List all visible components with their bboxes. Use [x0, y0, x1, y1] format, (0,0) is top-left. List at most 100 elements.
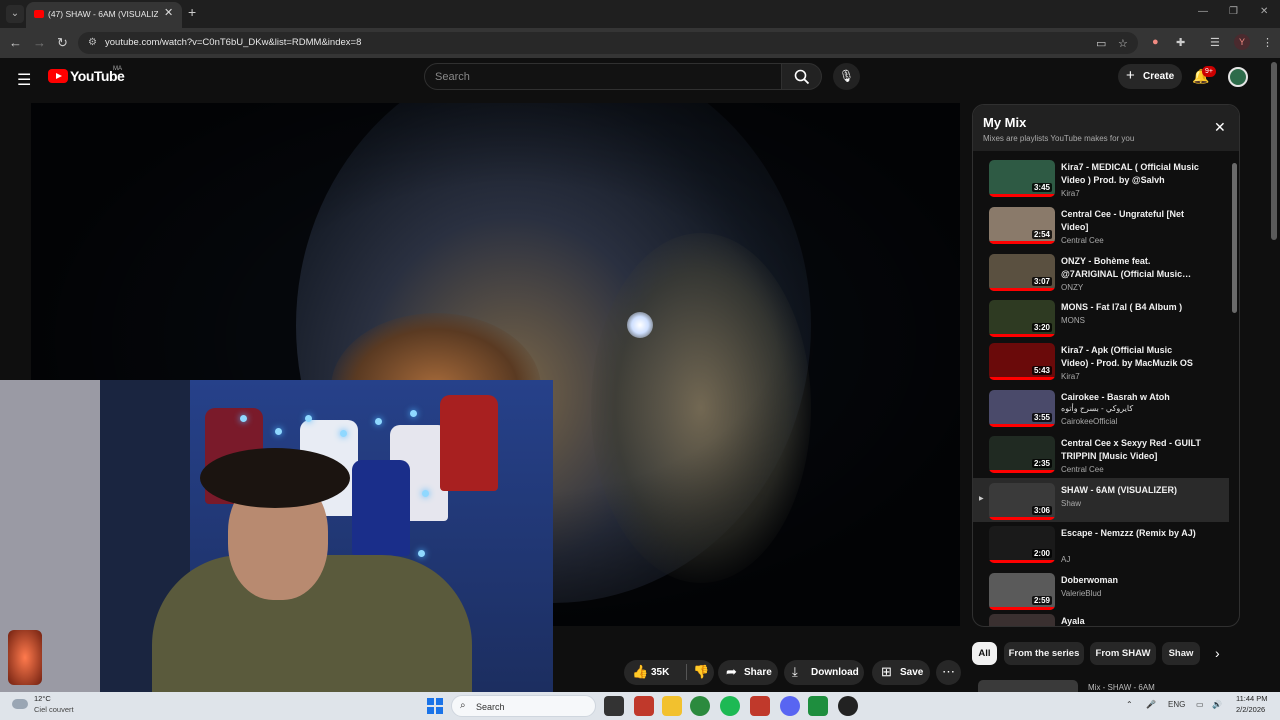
- clock-date[interactable]: 2/2/2026: [1236, 705, 1265, 714]
- video-duration: 3:06: [1031, 506, 1052, 515]
- account-avatar[interactable]: [1228, 67, 1248, 87]
- discord-icon[interactable]: [780, 696, 800, 716]
- weather-temperature[interactable]: 12°C: [34, 694, 51, 703]
- playlist-item[interactable]: 2:35 Central Cee x Sexyy Red - GUILT TRIP…: [973, 431, 1229, 477]
- playlist-item[interactable]: 3:07 ONZY - Bohème feat. @7ARIGINAL (Offi…: [973, 249, 1229, 295]
- weather-description[interactable]: Ciel couvert: [34, 705, 74, 714]
- playlist-thumbnail: 2:59: [989, 573, 1055, 610]
- search-button[interactable]: [782, 63, 822, 90]
- reading-list-icon[interactable]: ☰: [1210, 36, 1220, 49]
- youtube-logo-icon[interactable]: [48, 69, 68, 83]
- minimize-icon[interactable]: —: [1198, 6, 1208, 17]
- new-tab-icon[interactable]: +: [188, 4, 196, 20]
- webcam-lamp: [8, 630, 42, 685]
- playlist-item-channel: Central Cee: [1061, 465, 1104, 474]
- mic-tray-icon[interactable]: 🎤: [1146, 700, 1156, 709]
- led-light: [305, 415, 312, 422]
- dislike-thumb-icon[interactable]: 👎: [686, 664, 709, 680]
- forward-icon[interactable]: →: [33, 35, 46, 50]
- voice-search-mic-icon[interactable]: 🎙: [833, 63, 860, 90]
- cast-icon[interactable]: ▭: [1096, 37, 1106, 50]
- site-info-icon[interactable]: ⚙: [88, 37, 97, 48]
- app-icon[interactable]: [634, 696, 654, 716]
- chrome-icon[interactable]: [690, 696, 710, 716]
- like-count[interactable]: 35K: [651, 667, 669, 678]
- bookmark-star-icon[interactable]: ☆: [1118, 37, 1128, 50]
- chips-next-chevron-icon[interactable]: ›: [1215, 645, 1220, 661]
- browser-tab[interactable]: (47) SHAW - 6AM (VISUALIZER) ✕: [26, 2, 182, 28]
- playlist-item-title: Ayala: [1061, 616, 1085, 626]
- playlist-item[interactable]: 5:43 Kira7 - Apk (Official Music Video) -…: [973, 338, 1229, 384]
- playlist-item[interactable]: 2:00 Escape - Nemzzz (Remix by AJ) AJ: [973, 521, 1229, 567]
- led-light: [418, 550, 425, 557]
- tab-close-icon[interactable]: ✕: [164, 6, 173, 19]
- tab-search-icon[interactable]: ⌄: [6, 5, 24, 23]
- playlist-item[interactable]: 3:45 Kira7 - MEDICAL ( Official Music Vid…: [973, 155, 1229, 201]
- chip-from-shaw[interactable]: From SHAW: [1090, 642, 1156, 665]
- recording-app-icon[interactable]: [838, 696, 858, 716]
- reload-icon[interactable]: ↻: [57, 35, 68, 51]
- more-actions-button[interactable]: ⋯: [936, 660, 961, 685]
- browser-menu-icon[interactable]: ⋮: [1262, 36, 1273, 49]
- watch-progress-bar: [989, 470, 1055, 473]
- playlist-item[interactable]: Ayala: [973, 609, 1229, 626]
- led-light: [275, 428, 282, 435]
- app-icon[interactable]: [808, 696, 828, 716]
- chip-all[interactable]: All: [972, 642, 997, 665]
- playlist-item[interactable]: ▶ 3:06 SHAW - 6AM (VISUALIZER) Shaw: [973, 478, 1229, 522]
- chip-from-the-series[interactable]: From the series: [1004, 642, 1084, 665]
- playlist-item-channel: Kira7: [1061, 372, 1080, 381]
- windows-taskbar: 12°C Ciel couvert ⌕ Search ⌃ 🎤 ENG ▭ 🔊 1…: [0, 692, 1280, 720]
- next-video-title[interactable]: Mix - SHAW - 6AM: [1088, 683, 1155, 692]
- playlist-thumbnail: 5:43: [989, 343, 1055, 380]
- spotify-icon[interactable]: [720, 696, 740, 716]
- playlist-item-channel: ValerieBlud: [1061, 589, 1102, 598]
- file-explorer-icon[interactable]: [662, 696, 682, 716]
- extension-icon[interactable]: ●: [1152, 36, 1159, 48]
- taskbar-search-label: Search: [476, 702, 505, 712]
- tray-chevron-icon[interactable]: ⌃: [1126, 700, 1133, 709]
- playlist-item[interactable]: 2:54 Central Cee - Ungrateful [Net Video]…: [973, 202, 1229, 248]
- windows-start-icon[interactable]: [427, 698, 443, 714]
- playlist-item[interactable]: 3:55 Cairokee - Basrah w Atoh كايروكي - بس…: [973, 385, 1229, 431]
- task-view-icon[interactable]: [604, 696, 624, 716]
- like-thumb-icon[interactable]: 👍: [632, 664, 648, 680]
- close-window-icon[interactable]: ✕: [1260, 6, 1268, 17]
- tab-title: (47) SHAW - 6AM (VISUALIZER): [48, 9, 158, 19]
- network-icon[interactable]: ▭: [1196, 700, 1204, 709]
- now-playing-icon: ▶: [979, 496, 984, 502]
- playlist-scrollbar[interactable]: [1232, 163, 1237, 313]
- playlist-thumbnail: 3:20: [989, 300, 1055, 337]
- playlist-item-title: ONZY - Bohème feat. @7ARIGINAL (Official…: [1061, 256, 1192, 279]
- clock-time[interactable]: 11:44 PM: [1236, 694, 1268, 703]
- video-duration: 2:54: [1031, 230, 1052, 239]
- create-button[interactable]: + Create: [1118, 64, 1182, 89]
- extensions-puzzle-icon[interactable]: ✚: [1176, 36, 1185, 49]
- close-playlist-icon[interactable]: ✕: [1214, 119, 1226, 136]
- playlist-item[interactable]: 2:59 Doberwoman ValerieBlud: [973, 568, 1229, 614]
- save-button[interactable]: ⊞ Save: [872, 660, 930, 685]
- playlist-thumbnail: 3:06: [989, 483, 1055, 520]
- search-input[interactable]: Search: [424, 63, 782, 90]
- page-scrollbar[interactable]: [1271, 62, 1277, 240]
- playlist-item-channel: CairokeeOfficial: [1061, 417, 1118, 426]
- profile-avatar[interactable]: Y: [1234, 34, 1250, 50]
- language-indicator[interactable]: ENG: [1168, 700, 1185, 709]
- guide-menu-icon[interactable]: ☰: [17, 70, 31, 90]
- app-icon[interactable]: [750, 696, 770, 716]
- playlist-item[interactable]: 3:20 MONS - Fat l7al ( B4 Album ) MONS: [973, 295, 1229, 341]
- video-duration: 3:20: [1031, 323, 1052, 332]
- volume-icon[interactable]: 🔊: [1212, 700, 1222, 709]
- search-placeholder: Search: [435, 71, 470, 83]
- chip-shaw[interactable]: Shaw: [1162, 642, 1200, 665]
- plus-icon: +: [1126, 67, 1135, 84]
- taskbar-search-input[interactable]: ⌕ Search: [451, 695, 596, 717]
- share-button[interactable]: ➦ Share: [718, 660, 778, 685]
- restore-icon[interactable]: ❐: [1229, 6, 1238, 17]
- download-button[interactable]: ⤓ Download: [784, 660, 864, 685]
- cloud-weather-icon[interactable]: [12, 699, 28, 709]
- next-video-thumbnail[interactable]: [978, 680, 1078, 692]
- watch-progress-bar: [989, 560, 1055, 563]
- address-bar[interactable]: ⚙ youtube.com/watch?v=C0nT6bU_DKw&list=R…: [78, 32, 1138, 54]
- back-icon[interactable]: ←: [9, 35, 22, 50]
